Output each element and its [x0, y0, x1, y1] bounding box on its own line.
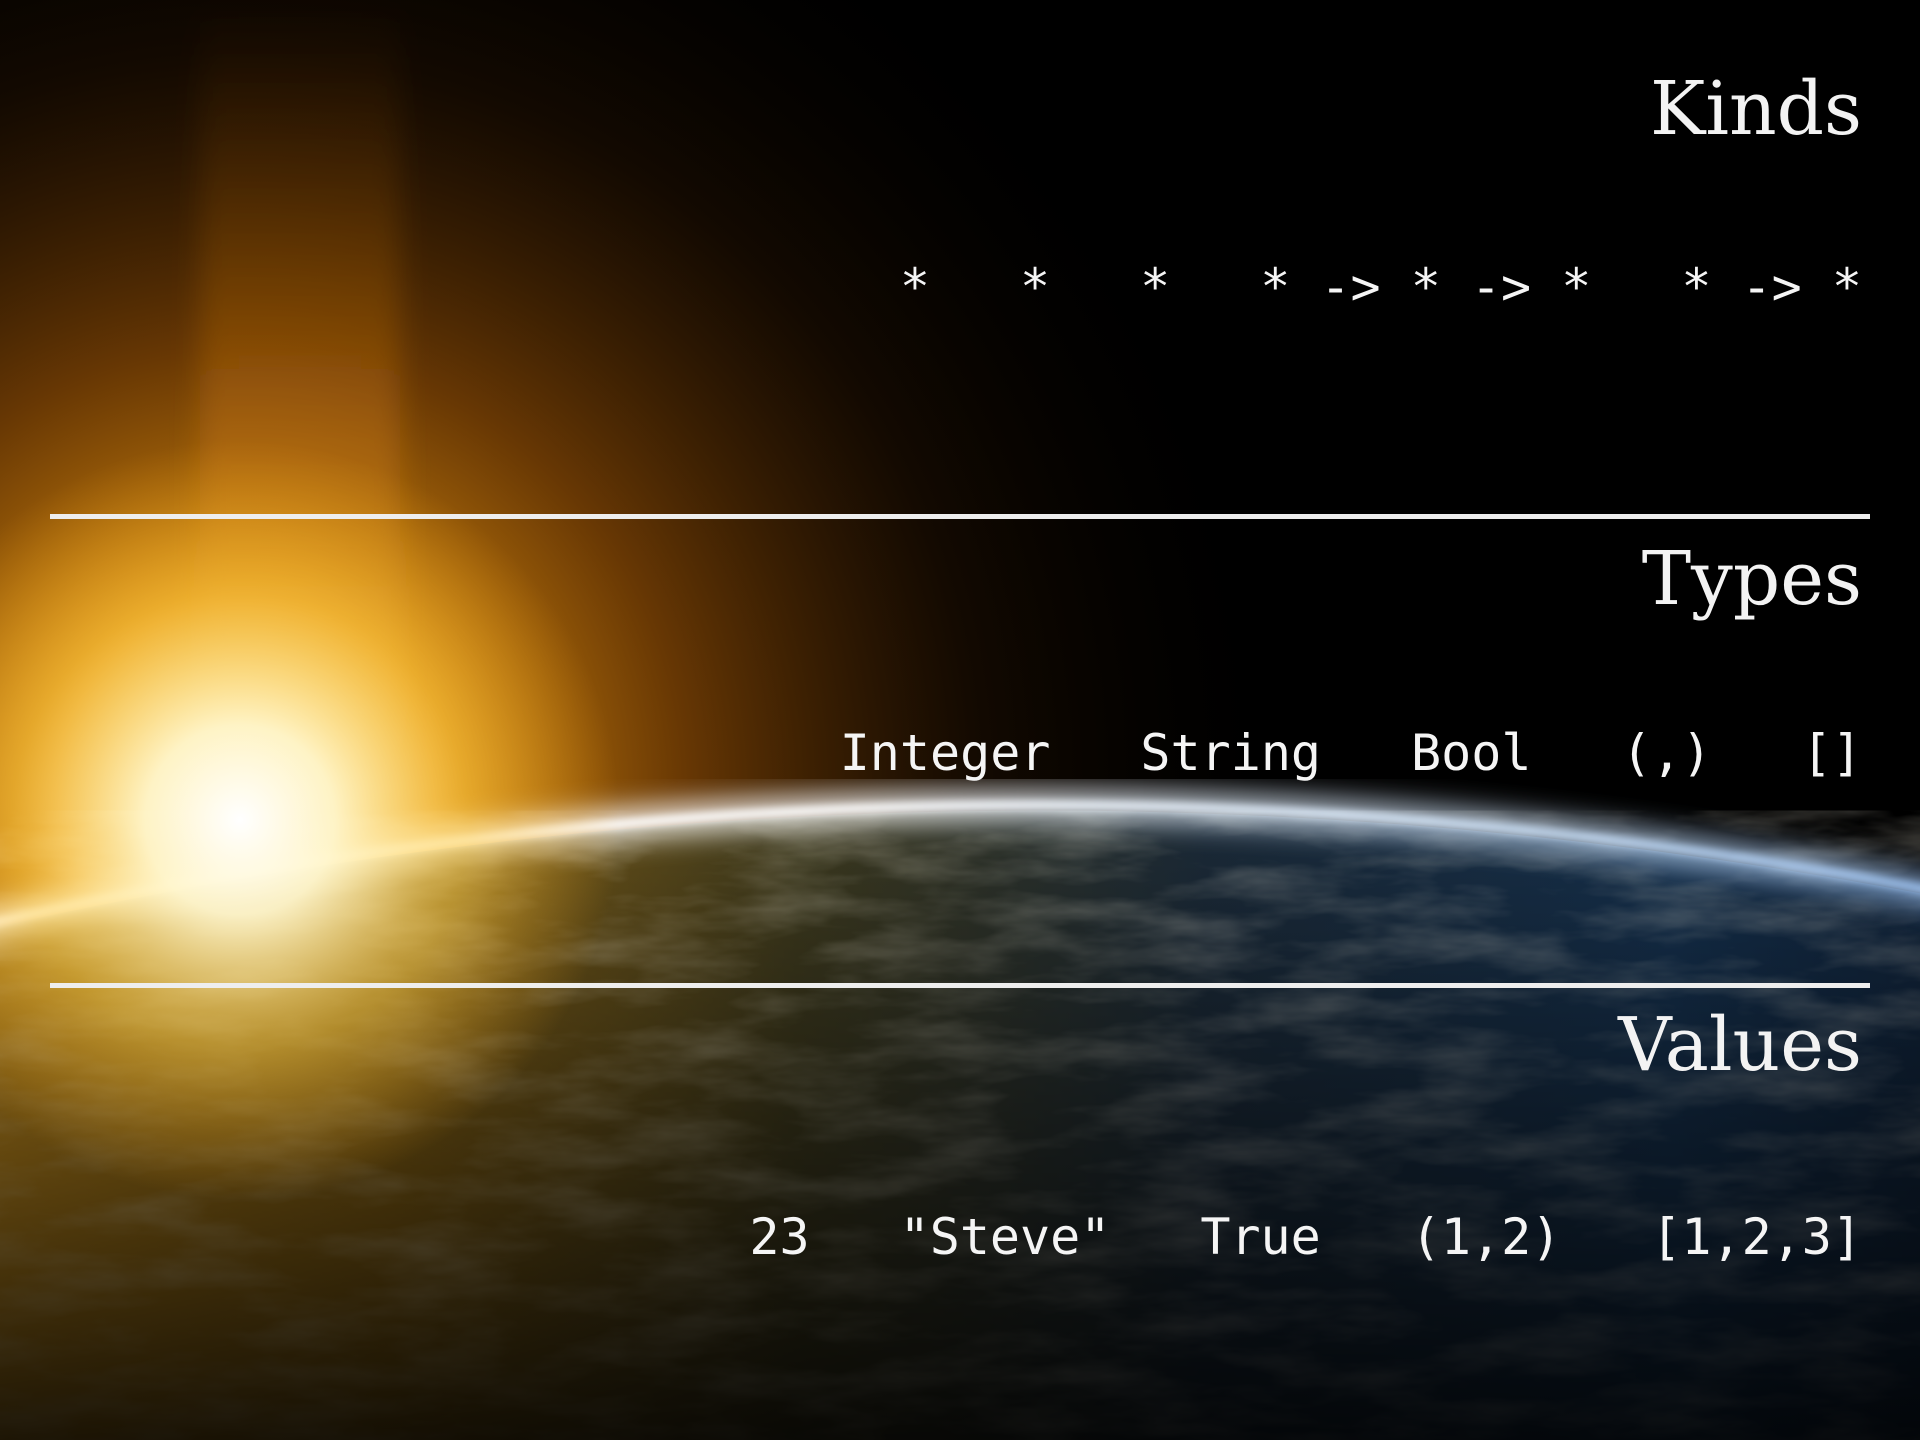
- values-row: 23 "Steve" True (1,2) [1,2,3]: [749, 1212, 1862, 1262]
- kind-item: * -> *: [1681, 258, 1862, 316]
- value-item: True: [1200, 1208, 1321, 1266]
- section-divider: [50, 514, 1870, 519]
- section-title-values: Values: [1618, 1002, 1862, 1088]
- kinds-row: * * * * -> * -> * * -> *: [900, 262, 1862, 312]
- type-item: []: [1801, 724, 1862, 782]
- kind-item: *: [899, 258, 931, 316]
- kind-item: *: [1140, 258, 1171, 316]
- value-item: (1,2): [1410, 1208, 1562, 1266]
- type-item: String: [1140, 724, 1322, 782]
- section-title-kinds: Kinds: [1650, 66, 1862, 152]
- value-item: "Steve": [899, 1208, 1111, 1266]
- section-divider: [50, 983, 1870, 988]
- type-item: (,): [1621, 724, 1712, 782]
- type-item: Integer: [839, 724, 1051, 782]
- value-item: [1,2,3]: [1651, 1208, 1862, 1266]
- slide: Kinds * * * * -> * -> * * -> * Types Int…: [0, 0, 1920, 1440]
- kind-item: * -> * -> *: [1260, 258, 1592, 316]
- section-title-types: Types: [1641, 536, 1862, 622]
- value-item: 23: [749, 1208, 810, 1266]
- kind-item: *: [1020, 258, 1051, 316]
- types-row: Integer String Bool (,) []: [840, 728, 1862, 778]
- type-item: Bool: [1411, 724, 1532, 782]
